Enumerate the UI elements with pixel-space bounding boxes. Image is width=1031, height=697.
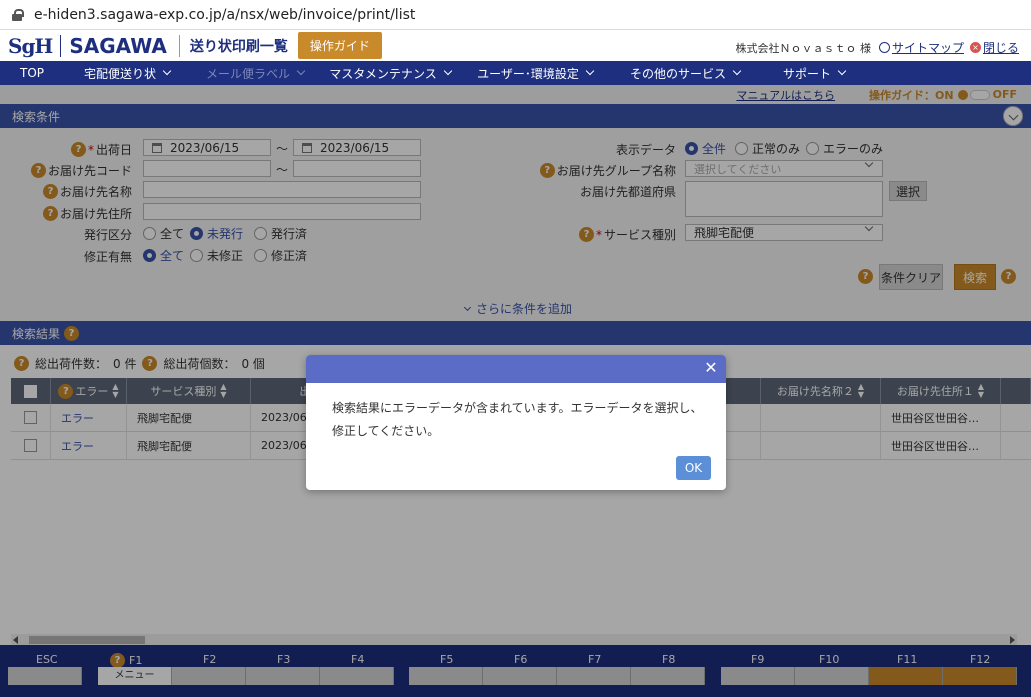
- nav-user-settings[interactable]: ユーザー･環境設定: [460, 61, 610, 85]
- ok-button[interactable]: OK: [676, 456, 711, 480]
- company-name: 株式会社Ｎｏｖａｓｔｏ 様: [735, 41, 871, 55]
- dialog-message: 検索結果にエラーデータが含まれています。エラーデータを選択し、修正してください。: [332, 401, 703, 438]
- nav-mail-label-text: メール便ラベル: [205, 66, 290, 81]
- error-dialog: ✕ 検索結果にエラーデータが含まれています。エラーデータを選択し、修正してくださ…: [306, 355, 726, 490]
- nav-top-label: TOP: [19, 66, 44, 80]
- lock-icon: [12, 8, 24, 21]
- close-link[interactable]: 閉じる: [983, 39, 1019, 56]
- url-text[interactable]: e-hiden3.sagawa-exp.co.jp/a/nsx/web/invo…: [34, 7, 415, 23]
- chevron-down-icon: [837, 66, 847, 76]
- nav-master[interactable]: マスタメンテナンス: [320, 61, 460, 85]
- sitemap-link[interactable]: サイトマップ: [892, 39, 964, 56]
- nav-takuhai-label: 宅配便送り状: [83, 66, 156, 81]
- chevron-down-icon: [162, 66, 172, 76]
- logo-divider: [60, 34, 62, 57]
- chevron-down-icon: [296, 66, 306, 76]
- close-icon: ×: [969, 42, 981, 53]
- close-icon[interactable]: ✕: [702, 359, 720, 377]
- chevron-down-icon: [585, 66, 595, 76]
- operation-guide-button[interactable]: 操作ガイド: [297, 32, 382, 59]
- main-nav: TOP 宅配便送り状 メール便ラベル マスタメンテナンス ユーザー･環境設定 そ…: [0, 61, 1031, 85]
- nav-other-services-label: その他のサービス: [629, 66, 726, 81]
- modal-backdrop-bottom: [0, 645, 1031, 697]
- sagawa-logo: SAGAWA: [69, 33, 167, 58]
- chevron-down-icon: [732, 66, 742, 76]
- browser-url-bar[interactable]: e-hiden3.sagawa-exp.co.jp/a/nsx/web/invo…: [0, 0, 1031, 30]
- nav-top[interactable]: TOP: [0, 61, 64, 85]
- nav-support-label: サポート: [782, 66, 831, 81]
- nav-user-settings-label: ユーザー･環境設定: [477, 66, 579, 81]
- app-header: SgH SAGAWA 送り状印刷一覧 操作ガイド 株式会社Ｎｏｖａｓｔｏ 様 サ…: [0, 30, 1031, 61]
- sgh-logo: SgH: [8, 33, 53, 58]
- nav-master-label: マスタメンテナンス: [329, 66, 437, 81]
- page-title: 送り状印刷一覧: [189, 38, 288, 55]
- header-divider: [178, 34, 180, 57]
- globe-icon: [878, 42, 890, 53]
- nav-other-services[interactable]: その他のサービス: [610, 61, 760, 85]
- ok-button-label: OK: [684, 461, 703, 475]
- header-right: 株式会社Ｎｏｖａｓｔｏ 様 サイトマップ × 閉じる: [735, 39, 1019, 56]
- nav-support[interactable]: サポート: [760, 61, 868, 85]
- dialog-header: ✕: [306, 355, 726, 383]
- chevron-down-icon: [443, 66, 452, 76]
- nav-mail-label: メール便ラベル: [190, 61, 320, 85]
- nav-takuhai[interactable]: 宅配便送り状: [64, 61, 190, 85]
